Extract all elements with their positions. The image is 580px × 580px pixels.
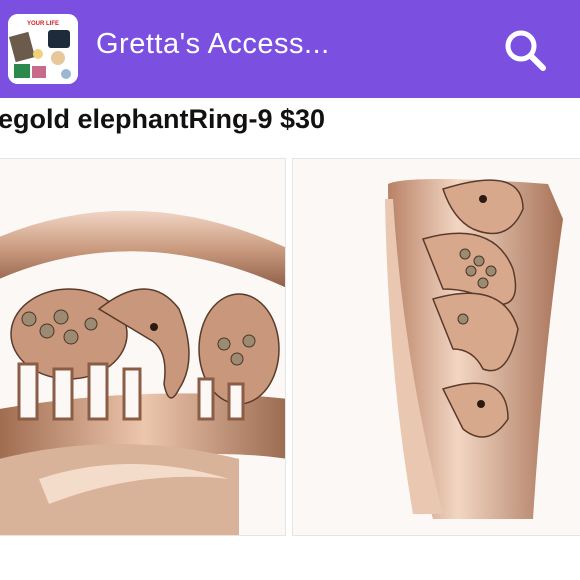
search-button[interactable] [500, 26, 552, 74]
store-logo-icon[interactable]: YOUR LIFE [8, 14, 78, 84]
listing-title: egold elephantRing-9 $30 [0, 104, 326, 134]
app-title[interactable]: Gretta's Access... [96, 28, 330, 61]
svg-text:YOUR LIFE: YOUR LIFE [27, 21, 59, 27]
app-header: YOUR LIFE Gretta's Access... [0, 0, 580, 98]
search-icon [505, 30, 546, 71]
ring-side-photo[interactable] [292, 158, 580, 536]
ring-front-photo[interactable] [0, 158, 286, 536]
